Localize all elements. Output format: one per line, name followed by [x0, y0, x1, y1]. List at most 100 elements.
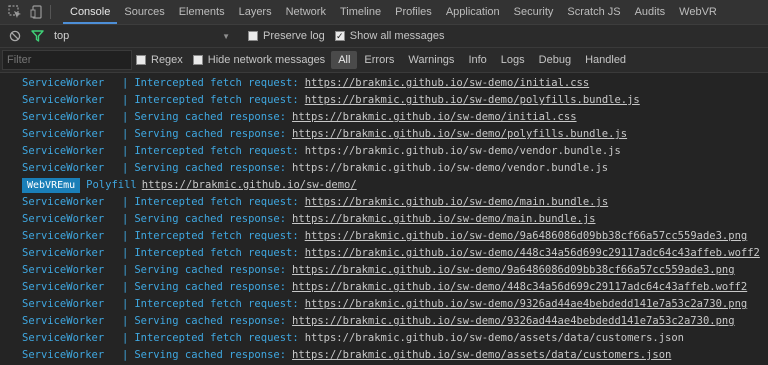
inspect-element-icon[interactable]	[6, 3, 24, 21]
tab-network[interactable]: Network	[279, 0, 333, 24]
tab-layers[interactable]: Layers	[232, 0, 279, 24]
checkbox-box-checked: ✓	[334, 31, 345, 41]
resource-url: https://brakmic.github.io/sw-demo/vendor…	[292, 162, 609, 174]
separator: |	[122, 145, 129, 157]
message-source: ServiceWorker	[22, 128, 105, 140]
level-all[interactable]: All	[331, 51, 358, 69]
resource-link[interactable]: https://brakmic.github.io/sw-demo/	[142, 177, 357, 194]
show-all-messages-checkbox[interactable]: ✓ Show all messages	[334, 30, 445, 42]
console-message: ServiceWorker | Serving cached response: ht…	[0, 279, 768, 296]
level-debug[interactable]: Debug	[532, 51, 578, 69]
message-text: Serving cached response:	[134, 111, 287, 123]
separator: |	[122, 332, 129, 344]
message-source: ServiceWorker	[22, 332, 105, 344]
checkbox-box	[136, 55, 146, 65]
tab-profiles[interactable]: Profiles	[388, 0, 439, 24]
message-text: Polyfill	[86, 179, 137, 191]
message-source: ServiceWorker	[22, 281, 105, 293]
level-errors[interactable]: Errors	[357, 51, 401, 69]
message-text: Serving cached response:	[134, 213, 287, 225]
tab-application[interactable]: Application	[439, 0, 507, 24]
tab-scratch-js[interactable]: Scratch JS	[560, 0, 627, 24]
resource-link[interactable]: https://brakmic.github.io/sw-demo/main.b…	[292, 211, 595, 228]
hide-network-label: Hide network messages	[207, 54, 326, 66]
console-message: ServiceWorker | Serving cached response: ht…	[0, 347, 768, 364]
console-message: ServiceWorker | Intercepted fetch request:…	[0, 330, 768, 347]
filter-input[interactable]	[2, 50, 132, 70]
resource-link[interactable]: https://brakmic.github.io/sw-demo/initia…	[305, 75, 589, 92]
toolbar-divider	[50, 5, 51, 19]
resource-link[interactable]: https://brakmic.github.io/sw-demo/initia…	[292, 109, 576, 126]
resource-link[interactable]: https://brakmic.github.io/sw-demo/9a6486…	[292, 262, 735, 279]
tab-timeline[interactable]: Timeline	[333, 0, 388, 24]
console-message: ServiceWorker | Intercepted fetch request:…	[0, 92, 768, 109]
tab-webvr[interactable]: WebVR	[672, 0, 724, 24]
message-text: Intercepted fetch request:	[134, 230, 299, 242]
separator: |	[122, 264, 129, 276]
console-message: ServiceWorker | Serving cached response: ht…	[0, 109, 768, 126]
resource-link[interactable]: https://brakmic.github.io/sw-demo/polyfi…	[292, 126, 627, 143]
resource-link[interactable]: https://brakmic.github.io/sw-demo/448c34…	[305, 245, 760, 262]
chevron-down-icon: ▼	[222, 31, 230, 41]
device-mode-icon[interactable]	[28, 3, 46, 21]
separator: |	[122, 77, 129, 89]
level-info[interactable]: Info	[461, 51, 493, 69]
message-source: ServiceWorker	[22, 94, 105, 106]
panel-tabs: Console Sources Elements Layers Network Timel…	[63, 0, 724, 24]
message-source: ServiceWorker	[22, 196, 105, 208]
separator: |	[122, 349, 129, 361]
context-label: top	[54, 30, 70, 42]
message-text: Serving cached response:	[134, 281, 287, 293]
resource-link[interactable]: https://brakmic.github.io/sw-demo/polyfi…	[305, 92, 640, 109]
message-source: ServiceWorker	[22, 315, 105, 327]
preserve-log-checkbox[interactable]: Preserve log	[248, 30, 325, 42]
message-source: ServiceWorker	[22, 145, 105, 157]
filter-bar: Regex Hide network messages AllErrorsWar…	[0, 48, 768, 73]
console-message: ServiceWorker | Serving cached response: ht…	[0, 126, 768, 143]
console-message: ServiceWorker | Intercepted fetch request:…	[0, 75, 768, 92]
level-filters: All Errors Warnings Info Logs Debug Handled	[331, 51, 633, 69]
hide-network-checkbox[interactable]: Hide network messages	[192, 54, 326, 66]
level-handled[interactable]: Handled	[578, 51, 633, 69]
clear-console-icon[interactable]	[6, 27, 24, 45]
resource-link[interactable]: https://brakmic.github.io/sw-demo/9a6486…	[305, 228, 748, 245]
message-text: Intercepted fetch request:	[134, 332, 299, 344]
resource-link[interactable]: https://brakmic.github.io/sw-demo/9326ad…	[305, 296, 748, 313]
separator: |	[122, 213, 129, 225]
separator: |	[122, 94, 129, 106]
separator: |	[122, 128, 129, 140]
resource-link[interactable]: https://brakmic.github.io/sw-demo/448c34…	[292, 279, 747, 296]
resource-url: https://brakmic.github.io/sw-demo/vendor…	[304, 145, 621, 157]
console-toolbar: top ▼ Preserve log ✓ Show all messages	[0, 25, 768, 48]
separator: |	[122, 230, 129, 242]
context-selector[interactable]: top ▼	[54, 30, 238, 42]
separator: |	[122, 315, 129, 327]
console-message: ServiceWorker | Serving cached response: ht…	[0, 262, 768, 279]
message-text: Intercepted fetch request:	[134, 247, 299, 259]
filter-icon[interactable]	[28, 27, 46, 45]
message-source: ServiceWorker	[22, 162, 105, 174]
separator: |	[122, 247, 129, 259]
message-text: Intercepted fetch request:	[134, 77, 299, 89]
console-message: WebVREmu Polyfill https://brakmic.github.i…	[0, 177, 768, 194]
message-text: Intercepted fetch request:	[134, 298, 299, 310]
message-source: ServiceWorker	[22, 349, 105, 361]
message-text: Intercepted fetch request:	[134, 196, 299, 208]
level-logs[interactable]: Logs	[494, 51, 532, 69]
resource-link[interactable]: https://brakmic.github.io/sw-demo/9326ad…	[292, 313, 735, 330]
tab-sources[interactable]: Sources	[117, 0, 171, 24]
message-source: ServiceWorker	[22, 230, 105, 242]
resource-link[interactable]: https://brakmic.github.io/sw-demo/main.b…	[305, 194, 608, 211]
tab-audits[interactable]: Audits	[628, 0, 673, 24]
tab-elements[interactable]: Elements	[172, 0, 232, 24]
console-message: ServiceWorker | Intercepted fetch request:…	[0, 228, 768, 245]
resource-link[interactable]: https://brakmic.github.io/sw-demo/assets…	[292, 347, 671, 364]
message-text: Serving cached response:	[134, 128, 287, 140]
level-warnings[interactable]: Warnings	[401, 51, 461, 69]
console-message: ServiceWorker | Intercepted fetch request:…	[0, 245, 768, 262]
console-message: ServiceWorker | Intercepted fetch request:…	[0, 143, 768, 160]
tab-console[interactable]: Console	[63, 0, 118, 24]
tab-security[interactable]: Security	[507, 0, 561, 24]
message-text: Intercepted fetch request:	[134, 94, 299, 106]
regex-checkbox[interactable]: Regex	[136, 54, 183, 66]
